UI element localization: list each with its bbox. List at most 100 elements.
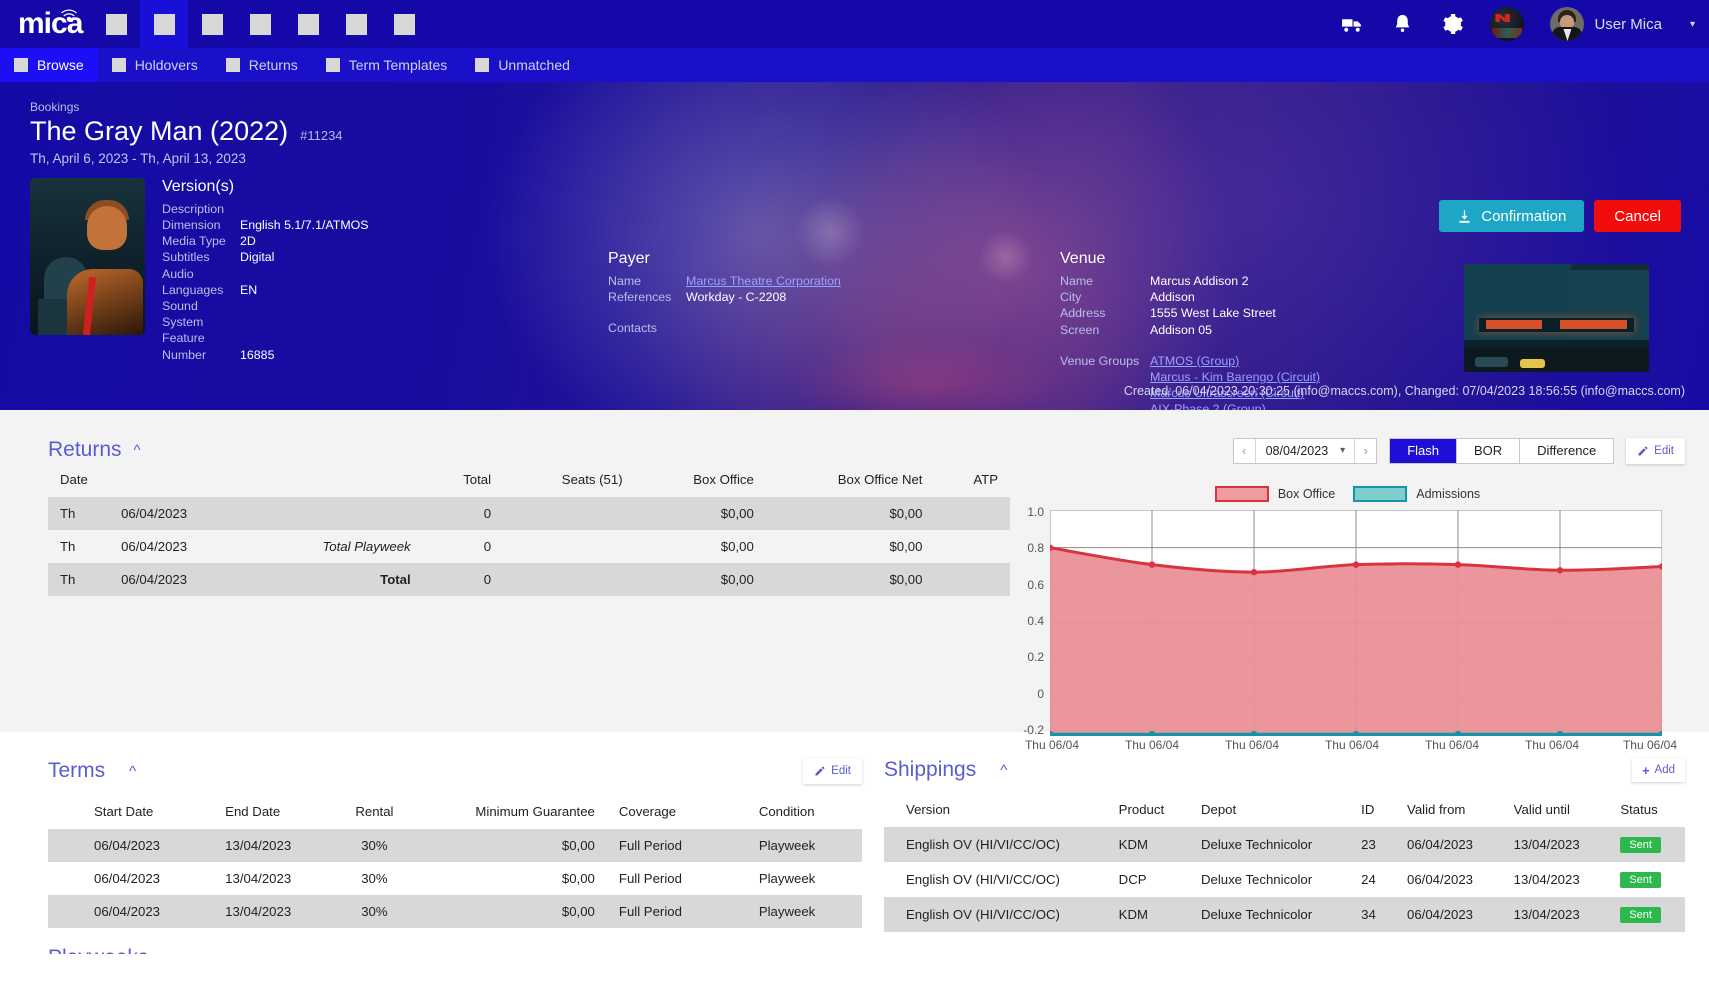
legend-item-admissions[interactable]: Admissions [1353,486,1480,502]
page-title: The Gray Man (2022) [30,116,289,146]
chart-edit-button[interactable]: Edit [1626,438,1685,464]
chevron-up-icon[interactable]: ^ [1000,762,1007,779]
shippings-add-button[interactable]: + Add [1631,758,1685,782]
cell-valid-until: 13/04/2023 [1513,872,1580,887]
col-start-date: Start Date [94,804,154,819]
table-row[interactable]: 06/04/2023 13/04/2023 30% $0,00 Full Per… [48,895,862,928]
user-menu-label[interactable]: User Mica [1594,16,1662,33]
table-row[interactable]: 06/04/2023 13/04/2023 30% $0,00 Full Per… [48,862,862,895]
cell-minimum-guarantee: $0,00 [561,871,595,886]
cell-version: English OV (HI/VI/CC/OC) [906,872,1060,887]
bell-icon[interactable] [1391,13,1414,36]
venue-group-link[interactable]: AIX-Phase 2 (Group) [1150,401,1320,410]
subnav-item-unmatched[interactable]: Unmatched [461,48,584,82]
cell-box-office-net: $0,00 [889,506,923,521]
breadcrumb[interactable]: Bookings [30,100,1709,114]
label: Name [608,274,642,288]
table-row[interactable]: Th 06/04/2023 Total Playweek 0 $0,00 $0,… [48,530,1010,563]
value: EN [240,282,258,297]
cell-start-date: 06/04/2023 [94,838,161,853]
payer-references-row: References Workday - C-2208 [608,289,841,305]
next-date-button[interactable]: › [1354,439,1376,463]
placeholder-square-icon [325,58,340,72]
playweeks-section-title[interactable]: Playweeks [0,932,1709,954]
value: Marcus Addison 2 [1150,274,1249,288]
date-value[interactable]: 08/04/2023 [1256,439,1341,463]
venue-group-link[interactable]: ATMOS (Group) [1150,353,1320,369]
cell-box-office-net: $0,00 [889,539,923,554]
cell-status: Sent [1608,827,1685,862]
venue-group-link[interactable]: Marcus - Kim Barengo (Circuit) [1150,369,1320,385]
legend-label: Box Office [1277,487,1336,501]
label: Dimension [162,217,221,232]
y-tick-label: 0.8 [1027,541,1044,555]
chevron-down-icon[interactable]: ▾ [1340,439,1354,463]
shippings-title: Shippings [884,758,977,781]
cell-end-date: 13/04/2023 [225,838,292,853]
prev-date-button[interactable]: ‹ [1234,439,1256,463]
label: References [608,290,672,305]
cell-valid-from: 06/04/2023 [1407,872,1474,887]
chevron-up-icon[interactable]: ^ [134,442,141,459]
col-product: Product [1118,802,1165,817]
table-row[interactable]: English OV (HI/VI/CC/OC) DCP Deluxe Tech… [884,862,1685,897]
header-nav-item-2[interactable] [140,0,188,48]
payer-contacts-row: Contacts [608,320,841,336]
date-picker[interactable]: ‹ 08/04/2023 ▾ › [1232,438,1378,464]
subnav-label: Holdovers [134,57,198,73]
cell-day: Th [60,539,76,554]
table-row[interactable]: English OV (HI/VI/CC/OC) KDM Deluxe Tech… [884,897,1685,932]
netflix-avatar[interactable] [1490,7,1525,41]
header-nav-item-6[interactable] [332,0,380,48]
avatar[interactable] [1550,7,1585,41]
area-chart[interactable] [1050,510,1662,736]
shippings-add-label: Add [1654,764,1675,776]
subnav-item-returns[interactable]: Returns [212,48,312,82]
cell-seats [503,497,635,530]
chart-legend: Box Office Admissions [1010,486,1685,502]
subnav-item-term-templates[interactable]: Term Templates [312,48,462,82]
table-row[interactable]: Th 06/04/2023 Total 0 $0,00 $0,00 [48,563,1010,596]
col-rental: Rental [355,804,394,819]
col-blank [249,462,423,497]
table-row[interactable]: English OV (HI/VI/CC/OC) KDM Deluxe Tech… [884,827,1685,862]
tab-difference[interactable]: Difference [1520,439,1613,463]
status-badge: Sent [1620,907,1661,923]
table-row[interactable]: 06/04/2023 13/04/2023 30% $0,00 Full Per… [48,829,862,862]
y-tick-label: 0.4 [1027,614,1044,628]
legend-item-box-office[interactable]: Box Office [1214,486,1336,502]
header-nav-icons [92,0,428,48]
header-nav-item-3[interactable] [188,0,236,48]
header-nav-item-5[interactable] [284,0,332,48]
payer-heading: Payer [608,250,650,267]
tab-flash[interactable]: Flash [1390,439,1457,463]
truck-icon[interactable] [1340,12,1365,37]
header-nav-item-1[interactable] [92,0,140,48]
table-row[interactable]: Th 06/04/2023 0 $0,00 $0,00 [48,497,1010,530]
label: Number [162,347,207,362]
poster-figure-head [87,205,127,250]
header-nav-item-7[interactable] [380,0,428,48]
header-nav-item-4[interactable] [236,0,284,48]
cancel-button[interactable]: Cancel [1594,200,1681,232]
venue-screen-row: Screen Addison 05 [1060,322,1320,338]
subnav-item-holdovers[interactable]: Holdovers [98,48,212,82]
versions-heading: Version(s) [162,177,235,195]
chevron-up-icon[interactable]: ^ [129,763,136,780]
gear-icon[interactable] [1440,12,1464,36]
value: English 5.1/7.1/ATMOS [240,217,369,232]
confirmation-button[interactable]: Confirmation [1439,200,1585,232]
subnav-label: Unmatched [498,57,570,73]
chevron-down-icon[interactable]: ▾ [1690,19,1695,30]
subnav-item-browse[interactable]: Browse [0,48,98,82]
label: Name [1060,274,1094,288]
app-logo[interactable]: mica [0,9,92,39]
booking-hero: Bookings The Gray Man (2022) #11234 Th, … [0,82,1709,410]
cell-version: English OV (HI/VI/CC/OC) [906,837,1060,852]
cell-version: English OV (HI/VI/CC/OC) [906,907,1060,922]
cell-date: 06/04/2023 [121,539,188,554]
tab-bor[interactable]: BOR [1457,439,1521,463]
payer-name-link[interactable]: Marcus Theatre Corporation [686,273,841,289]
terms-edit-button[interactable]: Edit [803,758,862,784]
